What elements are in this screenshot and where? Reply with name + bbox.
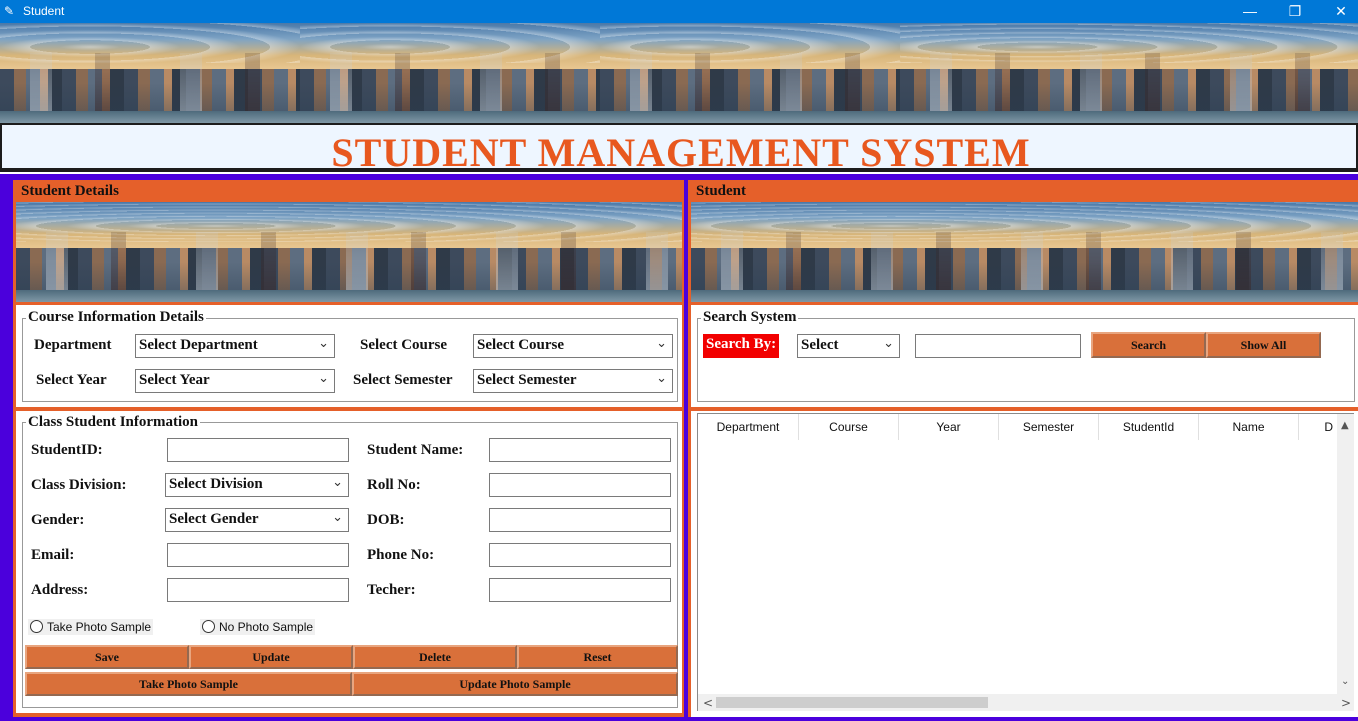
radio-circle-icon <box>202 620 215 633</box>
reset-button[interactable]: Reset <box>517 645 678 669</box>
update-button[interactable]: Update <box>189 645 353 669</box>
chevron-down-icon: ⌄ <box>318 371 329 386</box>
scroll-down-icon[interactable]: ⌄ <box>1341 676 1349 687</box>
search-frame <box>697 318 1355 402</box>
restore-button[interactable]: ❐ <box>1272 0 1318 23</box>
department-select[interactable]: Select Department ⌄ <box>135 334 335 358</box>
department-select-value: Select Department <box>139 337 258 353</box>
search-by-label: Search By: <box>703 334 780 358</box>
student-table[interactable]: Department Course Year Semester StudentI… <box>697 413 1354 711</box>
column-header-year[interactable]: Year <box>899 414 999 440</box>
horizontal-scrollbar[interactable]: < > <box>698 694 1354 711</box>
teacher-label: Techer: <box>367 582 416 598</box>
course-info-legend: Course Information Details <box>26 309 206 326</box>
banner-image-4 <box>900 23 1358 123</box>
teacher-input[interactable] <box>489 578 671 602</box>
minimize-button[interactable]: — <box>1227 0 1273 23</box>
dob-label: DOB: <box>367 512 405 528</box>
student-name-label: Student Name: <box>367 442 464 458</box>
scroll-right-icon[interactable]: > <box>1341 696 1351 710</box>
gender-label: Gender: <box>31 512 85 528</box>
course-select-value: Select Course <box>477 337 565 353</box>
banner-image-3 <box>600 23 900 123</box>
chevron-down-icon: ⌄ <box>332 475 343 490</box>
take-photo-radio-label: Take Photo Sample <box>47 620 152 634</box>
studentid-input[interactable] <box>167 438 349 462</box>
address-input[interactable] <box>167 578 349 602</box>
search-by-select-value: Select <box>801 337 839 353</box>
no-photo-radio-label: No Photo Sample <box>219 620 314 634</box>
column-header-semester[interactable]: Semester <box>999 414 1099 440</box>
column-header-studentid[interactable]: StudentId <box>1099 414 1199 440</box>
radio-circle-icon <box>30 620 43 633</box>
take-photo-button[interactable]: Take Photo Sample <box>25 672 352 696</box>
course-label: Select Course <box>360 337 448 353</box>
close-button[interactable]: ✕ <box>1318 0 1358 23</box>
phone-input[interactable] <box>489 543 671 567</box>
scroll-left-icon[interactable]: < <box>703 696 713 710</box>
search-by-select[interactable]: Select ⌄ <box>797 334 900 358</box>
right-panel-banner <box>691 202 1358 302</box>
semester-select-value: Select Semester <box>477 372 577 388</box>
phone-label: Phone No: <box>367 547 435 563</box>
chevron-down-icon: ⌄ <box>883 336 894 351</box>
delete-button[interactable]: Delete <box>353 645 517 669</box>
chevron-down-icon: ⌄ <box>656 371 667 386</box>
take-photo-radio[interactable]: Take Photo Sample <box>28 619 154 635</box>
save-button[interactable]: Save <box>25 645 189 669</box>
dob-input[interactable] <box>489 508 671 532</box>
left-panel-banner <box>16 202 682 302</box>
search-input[interactable] <box>915 334 1081 358</box>
division-label: Class Division: <box>31 477 127 493</box>
email-label: Email: <box>31 547 75 563</box>
column-header-department[interactable]: Department <box>698 414 799 440</box>
chevron-down-icon: ⌄ <box>318 336 329 351</box>
course-select[interactable]: Select Course ⌄ <box>473 334 673 358</box>
year-label: Select Year <box>36 372 107 388</box>
department-label: Department <box>34 337 112 353</box>
page-title: STUDENT MANAGEMENT SYSTEM <box>331 130 1031 175</box>
search-button[interactable]: Search <box>1091 332 1206 358</box>
roll-no-input[interactable] <box>489 473 671 497</box>
division-select[interactable]: Select Division ⌄ <box>165 473 349 497</box>
chevron-down-icon: ⌄ <box>656 336 667 351</box>
address-label: Address: <box>31 582 89 598</box>
search-legend: Search System <box>701 309 799 326</box>
column-header-d[interactable]: D <box>1299 414 1337 440</box>
no-photo-radio[interactable]: No Photo Sample <box>200 619 316 635</box>
division-select-value: Select Division <box>169 476 263 492</box>
horizontal-scroll-thumb[interactable] <box>716 697 988 708</box>
update-photo-button[interactable]: Update Photo Sample <box>352 672 678 696</box>
window-title: Student <box>23 4 65 18</box>
banner-image-1 <box>0 23 300 123</box>
show-all-button[interactable]: Show All <box>1206 332 1321 358</box>
column-header-course[interactable]: Course <box>799 414 899 440</box>
email-input[interactable] <box>167 543 349 567</box>
window-titlebar: ✎ Student — ❐ ✕ <box>0 0 1358 23</box>
scroll-up-icon[interactable]: ▲ <box>1341 420 1349 431</box>
studentid-label: StudentID: <box>31 442 103 458</box>
feather-icon: ✎ <box>4 4 15 18</box>
gender-select-value: Select Gender <box>169 511 259 527</box>
student-name-input[interactable] <box>489 438 671 462</box>
banner-image-2 <box>300 23 600 123</box>
vertical-scrollbar[interactable]: ▲ ⌄ <box>1337 414 1354 694</box>
page-heading: STUDENT MANAGEMENT SYSTEM <box>0 123 1358 175</box>
year-select-value: Select Year <box>139 372 210 388</box>
year-select[interactable]: Select Year ⌄ <box>135 369 335 393</box>
class-student-legend: Class Student Information <box>26 414 201 431</box>
semester-select[interactable]: Select Semester ⌄ <box>473 369 673 393</box>
semester-label: Select Semester <box>353 372 453 388</box>
roll-no-label: Roll No: <box>367 477 421 493</box>
gender-select[interactable]: Select Gender ⌄ <box>165 508 349 532</box>
chevron-down-icon: ⌄ <box>332 510 343 525</box>
column-header-name[interactable]: Name <box>1199 414 1299 440</box>
student-details-legend: Student Details <box>19 183 121 200</box>
student-legend: Student <box>694 183 749 200</box>
